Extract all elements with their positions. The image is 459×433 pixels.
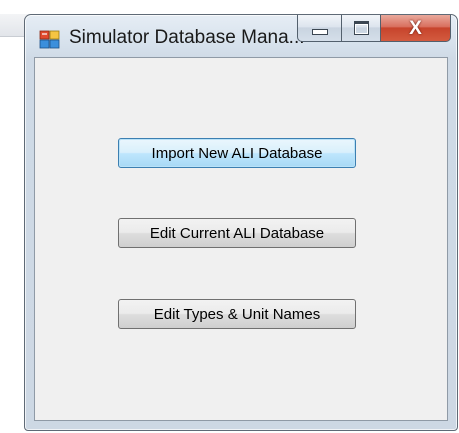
app-window: Simulator Database Mana... X Import New … — [24, 14, 458, 431]
close-button[interactable]: X — [381, 15, 451, 42]
close-icon: X — [409, 17, 422, 39]
desktop: Simulator Database Mana... X Import New … — [0, 0, 459, 433]
edit-current-ali-database-button[interactable]: Edit Current ALI Database — [118, 218, 356, 248]
database-app-icon — [39, 30, 61, 50]
window-client-area: Import New ALI Database Edit Current ALI… — [34, 57, 448, 421]
title-bar[interactable]: Simulator Database Mana... X — [25, 15, 457, 57]
minimize-button[interactable] — [297, 15, 341, 42]
minimize-icon — [311, 29, 328, 35]
window-title: Simulator Database Mana... — [69, 27, 305, 48]
maximize-button[interactable] — [341, 15, 381, 42]
maximize-icon — [353, 21, 369, 35]
caption-buttons: X — [297, 15, 451, 43]
edit-types-unit-names-button[interactable]: Edit Types & Unit Names — [118, 299, 356, 329]
import-new-ali-database-button[interactable]: Import New ALI Database — [118, 138, 356, 168]
